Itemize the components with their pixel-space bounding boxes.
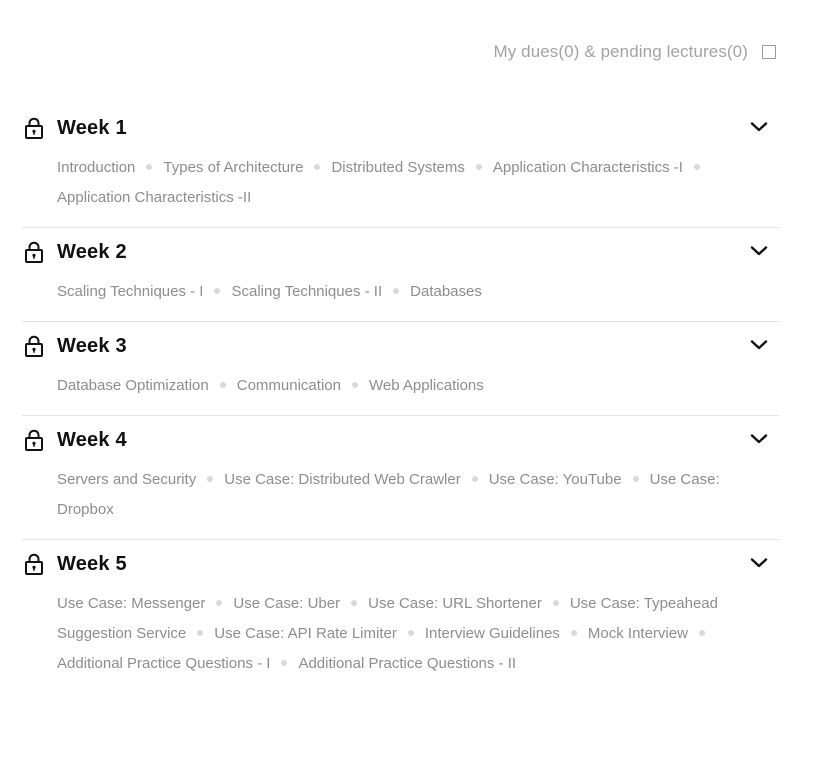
dues-filter: My dues(0) & pending lectures(0) xyxy=(493,42,776,62)
topic-list: Scaling Techniques - I Scaling Techniques… xyxy=(57,277,749,307)
separator-dot xyxy=(219,382,226,389)
chevron-down-icon[interactable] xyxy=(749,335,769,355)
week-section: Week 4 Servers and Security Use Case: Dis… xyxy=(22,416,779,540)
lock-icon xyxy=(22,116,46,140)
topic-item[interactable]: Use Case: URL Shortener xyxy=(368,595,542,612)
topic-item[interactable]: Scaling Techniques - I xyxy=(57,283,203,300)
separator-dot xyxy=(351,382,358,389)
lock-icon xyxy=(22,240,46,264)
separator-dot xyxy=(216,600,223,607)
separator-dot xyxy=(475,164,482,171)
topic-item[interactable]: Web Applications xyxy=(369,377,484,394)
topic-item[interactable]: Types of Architecture xyxy=(163,159,303,176)
chevron-down-icon[interactable] xyxy=(749,553,769,573)
topic-list: Use Case: Messenger Use Case: Uber Use Cas… xyxy=(57,589,749,679)
week-header[interactable]: Week 4 xyxy=(22,428,779,452)
week-section: Week 5 Use Case: Messenger Use Case: Uber… xyxy=(22,540,779,693)
week-header[interactable]: Week 1 xyxy=(22,116,779,140)
separator-dot xyxy=(207,476,214,483)
separator-dot xyxy=(570,630,577,637)
topic-item[interactable]: Databases xyxy=(410,283,482,300)
chevron-down-icon[interactable] xyxy=(749,429,769,449)
dues-filter-label: My dues(0) & pending lectures(0) xyxy=(493,42,748,61)
separator-dot xyxy=(632,476,639,483)
lock-icon xyxy=(22,334,46,358)
topic-item[interactable]: Interview Guidelines xyxy=(425,625,560,642)
topic-item[interactable]: Additional Practice Questions - I xyxy=(57,655,270,672)
topic-item[interactable]: Use Case: Messenger xyxy=(57,595,205,612)
week-section: Week 3 Database Optimization Communicatio… xyxy=(22,322,779,416)
topic-item[interactable]: Use Case: Uber xyxy=(233,595,340,612)
separator-dot xyxy=(214,288,221,295)
separator-dot xyxy=(407,630,414,637)
week-section: Week 2 Scaling Techniques - I Scaling Tec… xyxy=(22,228,779,322)
topic-item[interactable]: Mock Interview xyxy=(588,625,688,642)
separator-dot xyxy=(698,630,705,637)
topic-item[interactable]: Communication xyxy=(237,377,341,394)
topic-item[interactable]: Application Characteristics -I xyxy=(493,159,683,176)
topic-item[interactable]: Scaling Techniques - II xyxy=(231,283,382,300)
separator-dot xyxy=(146,164,153,171)
weeks-list: Week 1 Introduction Types of Architecture… xyxy=(22,104,779,693)
topic-item[interactable]: Distributed Systems xyxy=(331,159,464,176)
week-section: Week 1 Introduction Types of Architecture… xyxy=(22,104,779,228)
topic-item[interactable]: Database Optimization xyxy=(57,377,209,394)
separator-dot xyxy=(314,164,321,171)
separator-dot xyxy=(693,164,700,171)
separator-dot xyxy=(393,288,400,295)
chevron-down-icon[interactable] xyxy=(749,117,769,137)
topic-list: Database Optimization Communication Web Ap… xyxy=(57,371,749,401)
topic-list: Introduction Types of Architecture Distrib… xyxy=(57,153,749,213)
separator-dot xyxy=(351,600,358,607)
topic-item[interactable]: Application Characteristics -II xyxy=(57,189,251,206)
topic-item[interactable]: Use Case: YouTube xyxy=(489,471,622,488)
topic-item[interactable]: Use Case: API Rate Limiter xyxy=(214,625,397,642)
week-title: Week 2 xyxy=(57,240,127,263)
separator-dot xyxy=(281,660,288,667)
week-header[interactable]: Week 5 xyxy=(22,552,779,576)
topic-item[interactable]: Additional Practice Questions - II xyxy=(298,655,516,672)
topic-item[interactable]: Servers and Security xyxy=(57,471,196,488)
week-title: Week 5 xyxy=(57,552,127,575)
lock-icon xyxy=(22,428,46,452)
topic-item[interactable]: Introduction xyxy=(57,159,135,176)
separator-dot xyxy=(471,476,478,483)
lock-icon xyxy=(22,552,46,576)
week-title: Week 1 xyxy=(57,116,127,139)
week-header[interactable]: Week 2 xyxy=(22,240,779,264)
dues-filter-checkbox[interactable] xyxy=(762,45,776,59)
week-title: Week 3 xyxy=(57,334,127,357)
topic-item[interactable]: Use Case: Distributed Web Crawler xyxy=(224,471,460,488)
separator-dot xyxy=(552,600,559,607)
topic-list: Servers and Security Use Case: Distribute… xyxy=(57,465,749,525)
chevron-down-icon[interactable] xyxy=(749,241,769,261)
week-title: Week 4 xyxy=(57,428,127,451)
week-header[interactable]: Week 3 xyxy=(22,334,779,358)
separator-dot xyxy=(197,630,204,637)
